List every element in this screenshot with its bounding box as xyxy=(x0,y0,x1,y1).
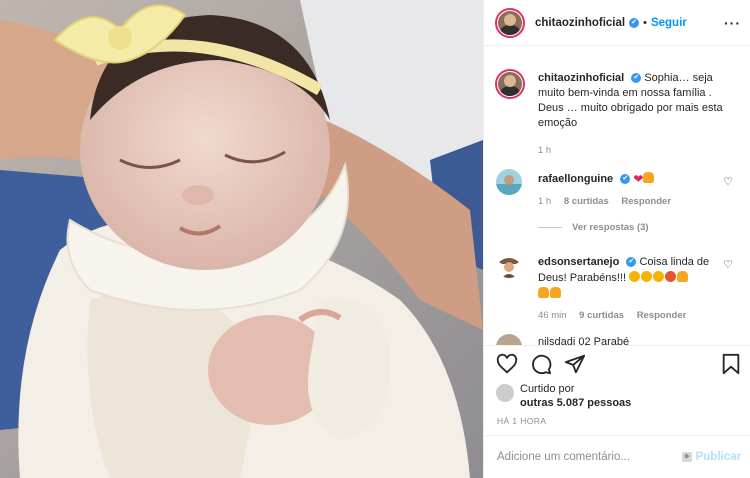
clapping-emoji-icon xyxy=(653,271,665,282)
verified-badge-icon: ✔ xyxy=(631,73,642,84)
more-options-icon[interactable]: ··· xyxy=(724,15,741,31)
separator-dot: • xyxy=(643,16,647,29)
comment-author[interactable]: edsonsertanejo xyxy=(538,256,619,268)
comment-author[interactable]: rafaellonguine xyxy=(538,173,613,185)
share-icon[interactable] xyxy=(564,353,586,375)
liker-avatar[interactable] xyxy=(496,384,514,402)
verified-badge-icon: ✔ xyxy=(626,257,637,268)
like-comment-heart-icon[interactable]: ♡ xyxy=(723,175,733,188)
comment-icon[interactable] xyxy=(530,353,552,375)
verified-badge-icon: ✔ xyxy=(629,17,640,28)
clapping-emoji-icon xyxy=(629,271,641,282)
post-photo[interactable] xyxy=(0,0,483,478)
baby-photo-illustration xyxy=(0,0,483,478)
liked-by-prefix: Curtido por xyxy=(520,383,575,395)
comment-likes[interactable]: 9 curtidas xyxy=(579,310,624,321)
post-side-panel: chitaozinhoficial ✔ • Seguir ··· chitaoz… xyxy=(483,0,750,478)
partially-visible-comment: nilsdadi 02 Parabé xyxy=(495,334,745,345)
publish-button[interactable]: Publicar xyxy=(696,451,741,463)
clapping-emoji-icon xyxy=(641,271,653,282)
view-replies-button[interactable]: Ver respostas (3) xyxy=(538,222,649,233)
likes-summary: Curtido por outras 5.087 pessoas xyxy=(496,382,631,410)
praying-hands-emoji-icon xyxy=(538,287,549,298)
commenter-avatar[interactable] xyxy=(496,334,522,345)
likes-count[interactable]: outras 5.087 pessoas xyxy=(520,397,631,409)
bookmark-icon[interactable] xyxy=(721,353,741,375)
emoji-picker-icon[interactable]: ◆ xyxy=(681,452,692,462)
commenter-avatar[interactable] xyxy=(496,169,522,195)
replies-divider xyxy=(538,227,562,228)
praying-hands-emoji-icon xyxy=(643,172,655,183)
commenter-avatar[interactable] xyxy=(496,252,522,278)
comments-list[interactable]: chitaozinhoficial ✔ Sophia… seja muito b… xyxy=(484,47,750,345)
follow-button[interactable]: Seguir xyxy=(651,17,687,29)
post-header: chitaozinhoficial ✔ • Seguir ··· xyxy=(484,0,750,46)
verified-badge-icon: ✔ xyxy=(620,174,631,185)
add-comment-bar: ◆ Publicar xyxy=(484,435,750,478)
like-comment-heart-icon[interactable]: ♡ xyxy=(723,258,733,271)
comment-input[interactable] xyxy=(497,451,682,463)
collision-emoji-icon xyxy=(665,271,677,282)
praying-hands-emoji-icon xyxy=(677,271,689,282)
reply-button[interactable]: Responder xyxy=(621,196,671,207)
caption-time: 1 h xyxy=(538,145,552,156)
like-heart-icon[interactable] xyxy=(496,353,518,375)
view-replies-label: Ver respostas (3) xyxy=(572,222,649,233)
post-timestamp[interactable]: HÁ 1 HORA xyxy=(497,416,546,426)
comment-time: 1 h xyxy=(538,196,552,207)
comment-text: nilsdadi 02 Parabé xyxy=(538,336,630,345)
comment-likes[interactable]: 8 curtidas xyxy=(564,196,609,207)
post-actions: Curtido por outras 5.087 pessoas HÁ 1 HO… xyxy=(484,345,750,435)
caption-author-avatar[interactable] xyxy=(495,69,525,99)
author-username[interactable]: chitaozinhoficial xyxy=(535,17,625,29)
caption-author[interactable]: chitaozinhoficial xyxy=(538,72,624,84)
reply-button[interactable]: Responder xyxy=(637,310,687,321)
comment-time: 46 min xyxy=(538,310,567,321)
praying-hands-emoji-icon xyxy=(550,287,561,298)
author-avatar[interactable] xyxy=(495,7,525,38)
red-heart-emoji-icon: ❤ xyxy=(633,172,644,186)
